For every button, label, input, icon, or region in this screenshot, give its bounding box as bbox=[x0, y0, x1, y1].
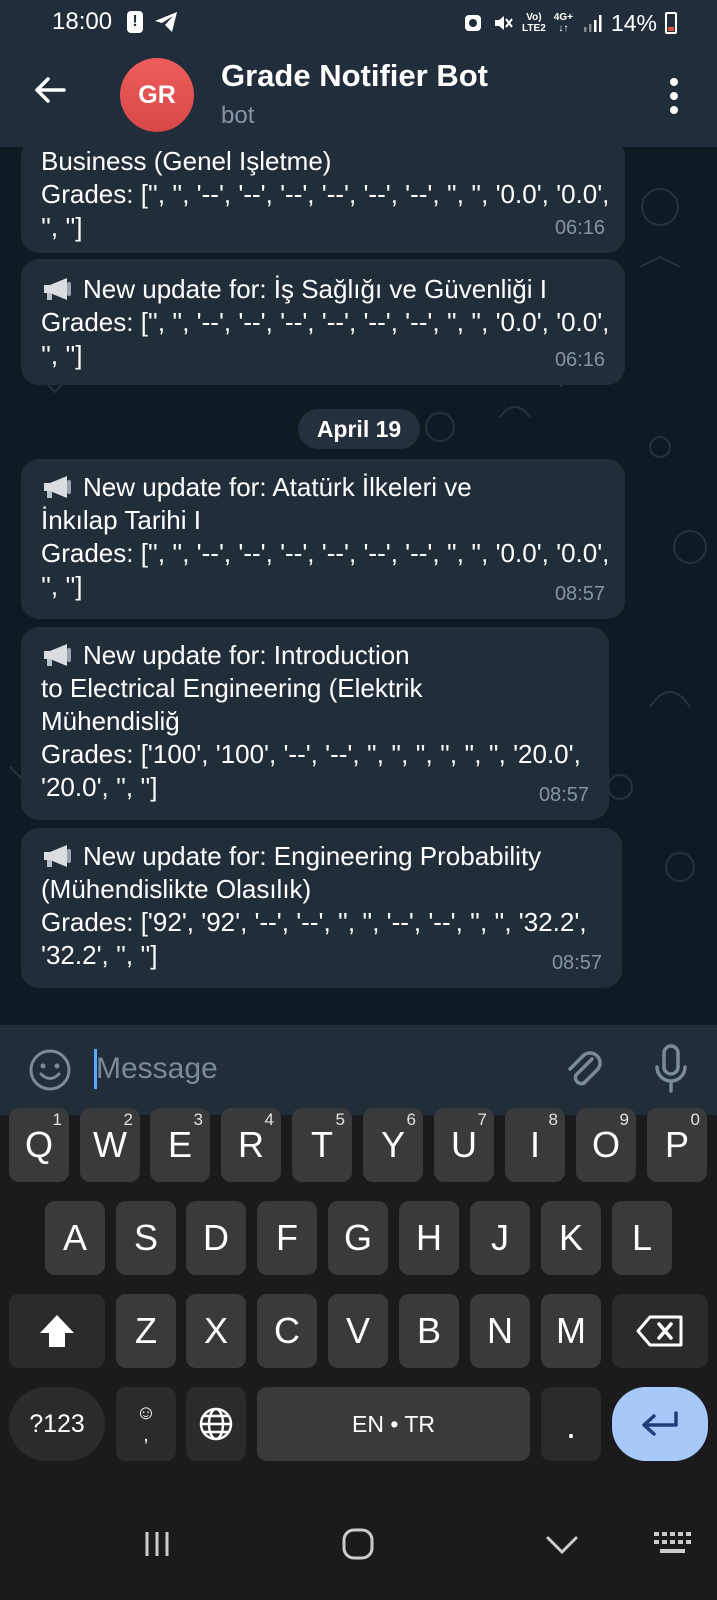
recycle-icon bbox=[465, 15, 482, 31]
top-bar: 18:00 ! Vo) LTE2 4G+ ↓↑ 14% GR Grade Notif… bbox=[0, 0, 717, 147]
network-label: Vo) LTE2 bbox=[522, 12, 546, 34]
more-vertical-icon[interactable] bbox=[669, 78, 679, 114]
period-key[interactable]: . bbox=[541, 1387, 601, 1461]
globe-icon bbox=[199, 1407, 233, 1441]
message-bubble[interactable]: New update for: Atatürk İlkeleri ve İnkı… bbox=[21, 459, 625, 619]
status-right: Vo) LTE2 4G+ ↓↑ 14% bbox=[462, 9, 677, 37]
chat-subtitle: bot bbox=[221, 102, 255, 129]
arrow-left-icon[interactable] bbox=[30, 70, 70, 110]
megaphone-icon bbox=[44, 476, 71, 498]
message-time: 08:57 bbox=[554, 583, 605, 605]
date-separator: April 19 bbox=[298, 409, 420, 449]
message-composer bbox=[0, 1025, 717, 1115]
megaphone-icon bbox=[44, 845, 71, 867]
key-j[interactable]: J bbox=[470, 1201, 530, 1275]
mute-icon bbox=[495, 16, 513, 30]
home-icon[interactable] bbox=[336, 1522, 380, 1566]
message-time: 06:16 bbox=[554, 349, 605, 371]
key-n[interactable]: N bbox=[470, 1294, 530, 1368]
enter-key[interactable] bbox=[612, 1387, 708, 1461]
key-q[interactable]: Q1 bbox=[9, 1108, 69, 1182]
key-b[interactable]: B bbox=[399, 1294, 459, 1368]
message-time: 06:16 bbox=[554, 217, 605, 239]
message-bubble[interactable]: Business (Genel Işletme) Grades: ['', ''… bbox=[21, 147, 625, 253]
avatar[interactable]: GR bbox=[120, 58, 194, 132]
system-nav-bar bbox=[0, 1485, 717, 1600]
shift-icon bbox=[40, 1315, 74, 1347]
message-bubble[interactable]: New update for: Introduction to Electric… bbox=[21, 627, 609, 820]
key-f[interactable]: F bbox=[257, 1201, 317, 1275]
key-x[interactable]: X bbox=[186, 1294, 246, 1368]
key-c[interactable]: C bbox=[257, 1294, 317, 1368]
paperclip-icon[interactable] bbox=[562, 1045, 606, 1093]
alert-icon: ! bbox=[127, 11, 143, 33]
emoji-key[interactable]: ☺ , bbox=[116, 1387, 176, 1461]
screen: 18:00 ! Vo) LTE2 4G+ ↓↑ 14% GR Grade Notif… bbox=[0, 0, 717, 1600]
backspace-icon bbox=[636, 1315, 683, 1347]
key-p[interactable]: P0 bbox=[647, 1108, 707, 1182]
smiley-icon[interactable] bbox=[27, 1047, 73, 1093]
megaphone-icon bbox=[44, 278, 71, 300]
key-l[interactable]: L bbox=[612, 1201, 672, 1275]
message-time: 08:57 bbox=[551, 952, 602, 974]
message-list[interactable]: Business (Genel Işletme) Grades: ['', ''… bbox=[0, 147, 717, 1025]
key-z[interactable]: Z bbox=[116, 1294, 176, 1368]
space-key[interactable]: EN • TR bbox=[257, 1387, 530, 1461]
key-m[interactable]: M bbox=[541, 1294, 601, 1368]
backspace-key[interactable] bbox=[612, 1294, 708, 1368]
status-time: 18:00 bbox=[52, 8, 113, 35]
key-a[interactable]: A bbox=[45, 1201, 105, 1275]
smiley-key-icon: ☺ bbox=[135, 1402, 157, 1424]
megaphone-icon bbox=[44, 644, 71, 666]
key-i[interactable]: I8 bbox=[505, 1108, 565, 1182]
battery-percent: 14% bbox=[610, 9, 657, 36]
keyboard-icon[interactable] bbox=[650, 1522, 694, 1566]
message-bubble[interactable]: New update for: İş Sağlığı ve Güvenliği … bbox=[21, 259, 625, 385]
data-type-label: 4G+ ↓↑ bbox=[553, 12, 573, 34]
key-s[interactable]: S bbox=[116, 1201, 176, 1275]
chat-title[interactable]: Grade Notifier Bot bbox=[221, 58, 488, 94]
message-bubble[interactable]: New update for: Engineering Probability … bbox=[21, 828, 622, 988]
telegram-icon bbox=[155, 12, 177, 32]
recent-apps-icon[interactable] bbox=[135, 1522, 179, 1566]
key-g[interactable]: G bbox=[328, 1201, 388, 1275]
key-w[interactable]: W2 bbox=[80, 1108, 140, 1182]
key-d[interactable]: D bbox=[186, 1201, 246, 1275]
key-r[interactable]: R4 bbox=[221, 1108, 281, 1182]
signal-icon bbox=[583, 15, 602, 32]
enter-icon bbox=[642, 1411, 678, 1436]
shift-key[interactable] bbox=[9, 1294, 105, 1368]
key-t[interactable]: T5 bbox=[292, 1108, 352, 1182]
chevron-down-icon[interactable] bbox=[540, 1522, 584, 1566]
language-key[interactable] bbox=[186, 1387, 246, 1461]
battery-icon bbox=[665, 12, 677, 34]
key-e[interactable]: E3 bbox=[150, 1108, 210, 1182]
chat-header: GR Grade Notifier Bot bot bbox=[0, 46, 717, 147]
key-u[interactable]: U7 bbox=[434, 1108, 494, 1182]
message-time: 08:57 bbox=[538, 784, 589, 806]
status-bar: 18:00 ! Vo) LTE2 4G+ ↓↑ 14% bbox=[0, 0, 717, 46]
microphone-icon[interactable] bbox=[652, 1043, 690, 1095]
key-o[interactable]: O9 bbox=[576, 1108, 636, 1182]
key-k[interactable]: K bbox=[541, 1201, 601, 1275]
key-v[interactable]: V bbox=[328, 1294, 388, 1368]
key-h[interactable]: H bbox=[399, 1201, 459, 1275]
key-y[interactable]: Y6 bbox=[363, 1108, 423, 1182]
symbols-key[interactable]: ?123 bbox=[9, 1387, 105, 1461]
message-input[interactable] bbox=[96, 1047, 536, 1091]
